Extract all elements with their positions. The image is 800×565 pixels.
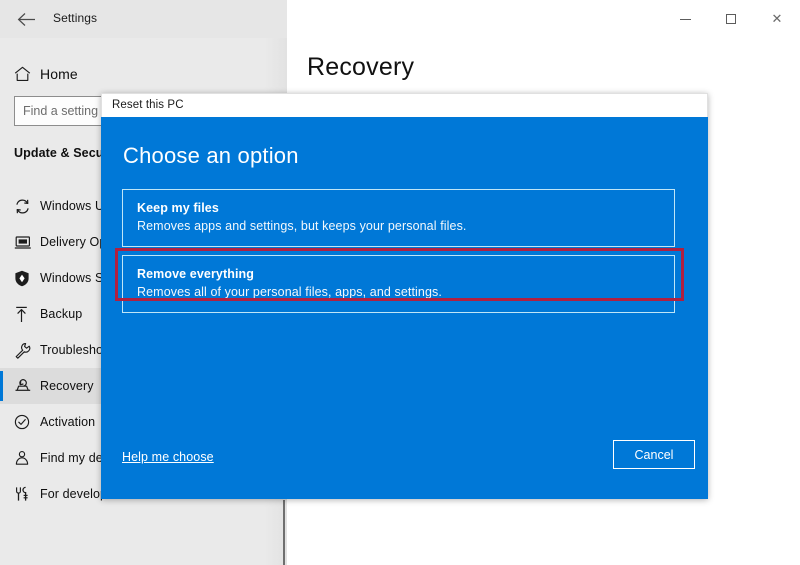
sync-icon xyxy=(14,196,40,216)
help-me-choose-link[interactable]: Help me choose xyxy=(122,450,214,464)
dialog-title-bar: Reset this PC xyxy=(101,93,708,117)
check-circle-icon xyxy=(14,412,40,432)
highlight-annotation-box xyxy=(115,248,684,301)
minimize-icon xyxy=(679,18,691,20)
dialog-heading: Choose an option xyxy=(123,143,299,168)
shield-icon xyxy=(14,268,40,288)
sidebar-item-home[interactable]: Home xyxy=(0,56,287,92)
sidebar-item-home-label: Home xyxy=(40,66,78,82)
back-arrow-icon[interactable] xyxy=(12,8,40,30)
page-title: Recovery xyxy=(307,53,415,81)
sidebar-item-label: Backup xyxy=(40,307,83,321)
maximize-button[interactable] xyxy=(708,0,754,38)
maximize-icon xyxy=(726,14,736,24)
dialog-body: Choose an option Keep my files Removes a… xyxy=(101,117,708,499)
reset-this-pc-dialog: Reset this PC Choose an option Keep my f… xyxy=(101,93,708,499)
title-bar-left-region xyxy=(0,0,287,38)
close-icon: ✕ xyxy=(771,11,783,27)
dialog-title: Reset this PC xyxy=(112,99,184,111)
sidebar-item-label: Recovery xyxy=(40,379,94,393)
option-description: Removes apps and settings, but keeps you… xyxy=(137,219,467,233)
sidebar-item-label: Activation xyxy=(40,415,96,429)
close-button[interactable]: ✕ xyxy=(754,0,800,38)
cancel-button[interactable]: Cancel xyxy=(613,440,695,469)
upload-arrow-icon xyxy=(14,304,40,324)
title-bar: Settings ✕ xyxy=(0,0,800,38)
selection-indicator xyxy=(0,371,3,401)
recovery-icon xyxy=(14,376,40,396)
person-pin-icon xyxy=(14,448,40,468)
tools-icon xyxy=(14,484,40,504)
sidebar-scrollbar-thumb[interactable] xyxy=(283,500,285,565)
settings-window: Settings ✕ Home Find a setting Update & … xyxy=(0,0,800,565)
wrench-icon xyxy=(14,340,40,360)
option-title: Keep my files xyxy=(137,201,219,215)
minimize-button[interactable] xyxy=(662,0,708,38)
home-icon xyxy=(14,64,40,84)
monitor-icon xyxy=(14,232,40,252)
option-keep-my-files[interactable]: Keep my files Removes apps and settings,… xyxy=(122,189,675,247)
app-title: Settings xyxy=(53,11,98,25)
